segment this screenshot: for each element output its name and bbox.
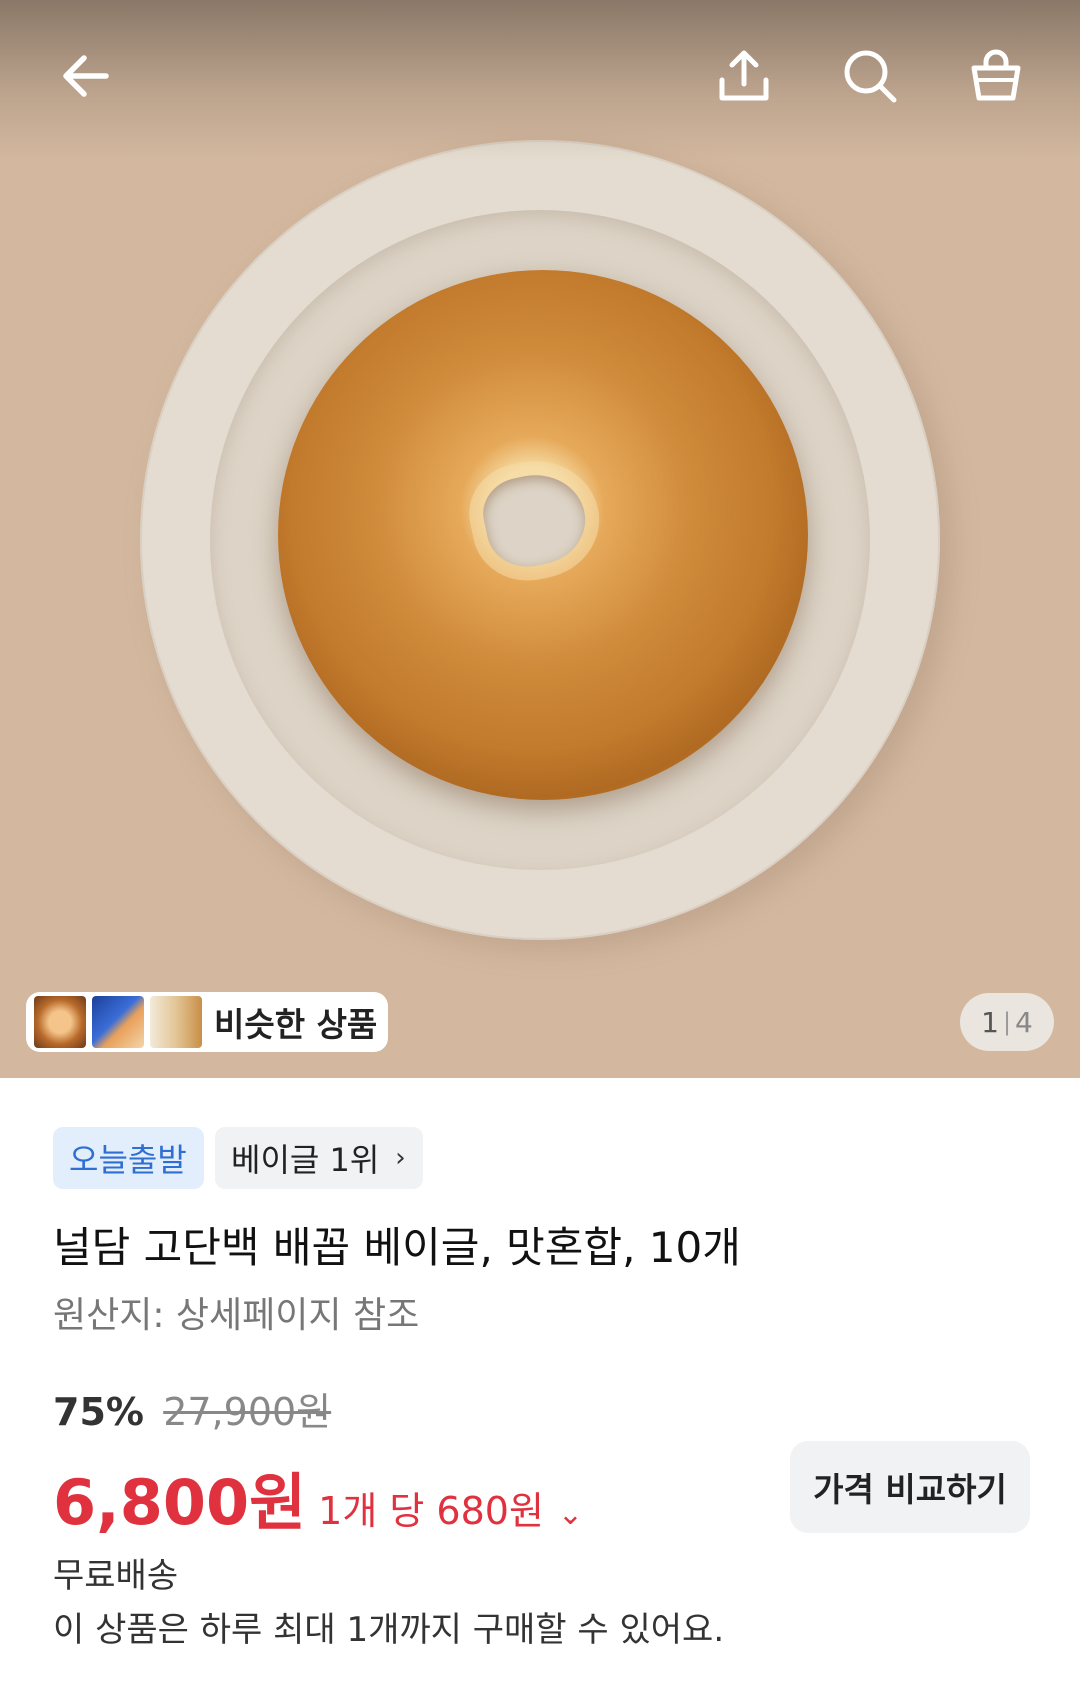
sale-price: 6,800원 — [53, 1466, 307, 1539]
ranking-badge[interactable]: 베이글 1위 › — [215, 1127, 423, 1189]
pager-current: 1 — [981, 1005, 999, 1039]
pager-separator: | — [1002, 1008, 1012, 1036]
delivery-badge-label: 오늘출발 — [69, 1141, 187, 1179]
unit-price[interactable]: 1개 당 680원 — [318, 1480, 544, 1535]
chevron-down-icon[interactable]: ⌄ — [558, 1497, 583, 1532]
price-compare-button[interactable]: 가격 비교하기 — [790, 1441, 1030, 1533]
shipping-info: 무료배송 — [53, 1556, 179, 1596]
cart-button[interactable] — [960, 40, 1032, 112]
price-row: 6,800원 1개 당 680원 ⌄ — [53, 1452, 583, 1542]
arrow-left-icon — [63, 55, 109, 97]
product-title: 널담 고단백 배꼽 베이글, 맛혼합, 10개 — [53, 1223, 741, 1272]
discount-rate: 75% — [53, 1390, 144, 1434]
search-button[interactable] — [834, 40, 906, 112]
ranking-badge-label: 베이글 1위 — [231, 1141, 380, 1179]
top-gradient — [0, 0, 1080, 160]
image-pager: 1 | 4 — [960, 993, 1054, 1051]
pager-total: 4 — [1015, 1005, 1033, 1039]
share-button[interactable] — [708, 40, 780, 112]
product-origin: 원산지: 상세페이지 참조 — [53, 1295, 420, 1336]
similar-thumbnail — [150, 996, 202, 1048]
back-button[interactable] — [50, 40, 122, 112]
purchase-limit-notice: 이 상품은 하루 최대 1개까지 구매할 수 있어요. — [53, 1610, 725, 1650]
delivery-badge: 오늘출발 — [53, 1127, 204, 1189]
shopping-bag-icon — [971, 49, 1021, 101]
search-icon — [844, 50, 897, 103]
original-price: 27,900원 — [163, 1390, 332, 1434]
chevron-right-icon: › — [395, 1143, 406, 1173]
similar-products-label: 비슷한 상품 — [214, 1005, 378, 1044]
similar-thumbnail — [92, 996, 144, 1048]
price-compare-label: 가격 비교하기 — [813, 1470, 1007, 1509]
similar-products-button[interactable]: 비슷한 상품 — [26, 992, 388, 1052]
product-image[interactable] — [0, 0, 1080, 1078]
discount-row: 75% 27,900원 — [53, 1381, 331, 1436]
share-upload-icon — [719, 50, 769, 101]
similar-thumbnail — [34, 996, 86, 1048]
